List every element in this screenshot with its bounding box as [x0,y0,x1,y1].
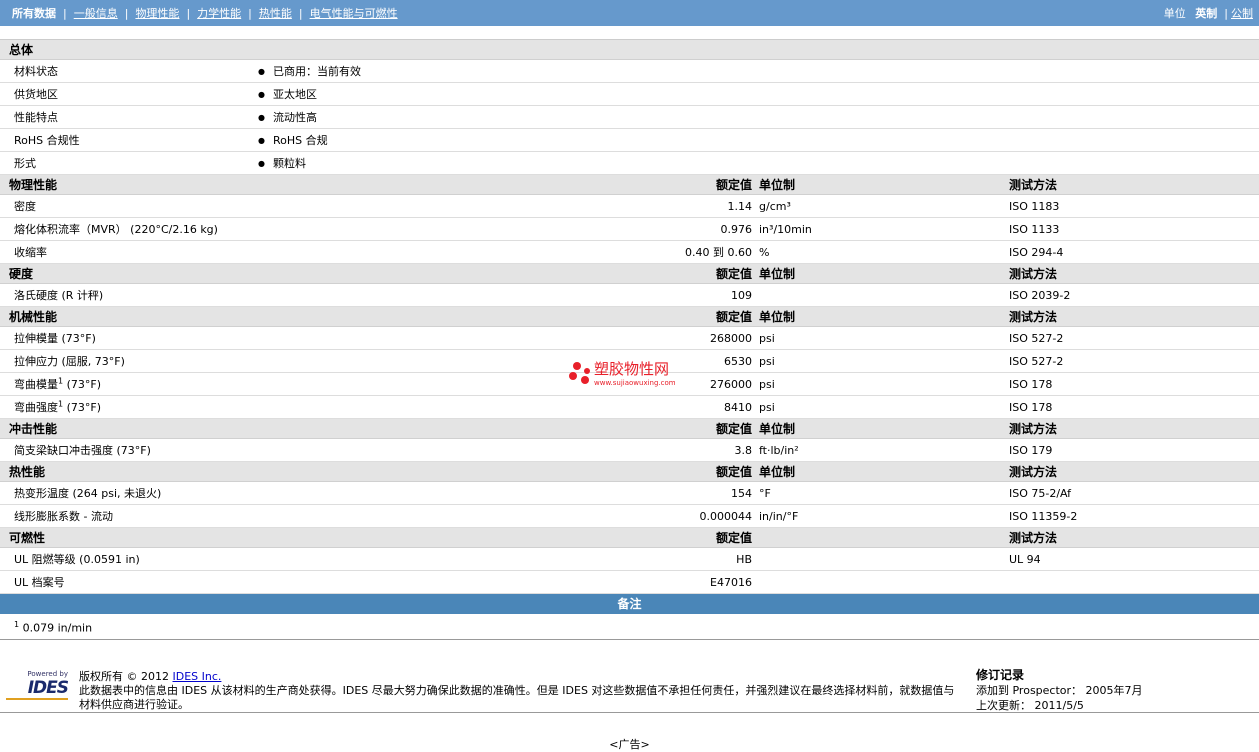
table-row: 线形膨胀系数 - 流动 0.000044 in/in/°F ISO 11359-2 [0,505,1259,528]
table-row: UL 阻燃等级 (0.0591 in) HB UL 94 [0,548,1259,571]
note-item: 1 0.079 in/min [0,614,1259,640]
ides-link[interactable]: IDES Inc. [173,670,222,683]
footer: Powered by IDES 版权所有 © 2012 IDES Inc. 此数… [0,660,1259,713]
copyright: 版权所有 © 2012 [79,670,169,683]
watermark-dots-icon [569,361,590,384]
table-row: 收缩率 0.40 到 0.60% ISO 294-4 [0,241,1259,264]
table-row: 弯曲强度1 (73°F) 8410 psi ISO 178 [0,396,1259,419]
section-header: 硬度 额定值 单位制 测试方法 [0,264,1259,284]
ad-placeholder[interactable]: <广告> [0,736,1259,752]
unit-label: 单位 [1163,7,1186,20]
disclaimer: 此数据表中的信息由 IDES 从该材料的生产商处获得。IDES 尽最大努力确保此… [79,684,955,711]
notes-header: 备注 [0,594,1259,614]
table-row: 简支梁缺口冲击强度 (73°F) 3.8 ft·lb/in² ISO 179 [0,439,1259,462]
section-header: 热性能 额定值 单位制 测试方法 [0,462,1259,482]
nav-separator: | [186,7,191,20]
added-date: 添加到 Prospector： 2005年7月 [976,684,1143,697]
table-row: 熔化体积流率（MVR） (220°C/2.16 kg) 0.976 in³/10mi… [0,218,1259,241]
nav-separator: | [63,7,67,20]
table-row: 性能特点流动性高 [0,106,1259,129]
nav-tab-5[interactable]: 电气性能与可燃性 [310,7,398,20]
nav-separator: | [124,7,129,20]
top-nav: 所有数据 | 一般信息 | 物理性能 | 力学性能 | 热性能 | 电气性能与可燃性 单位 英制 | 公… [0,0,1259,26]
table-row: UL 档案号 E47016 [0,571,1259,594]
nav-tab-0[interactable]: 所有数据 [12,7,56,20]
section-header: 机械性能 额定值 单位制 测试方法 [0,307,1259,327]
table-row: RoHS 合规性RoHS 合规 [0,129,1259,152]
nav-tab-3[interactable]: 力学性能 [197,7,241,20]
table-row: 热变形温度 (264 psi, 未退火) 154 °F ISO 75-2/Af [0,482,1259,505]
table-row: 材料状态已商用：当前有效 [0,60,1259,83]
nav-tab-1[interactable]: 一般信息 [74,7,118,20]
section-header: 物理性能 额定值 单位制 测试方法 [0,175,1259,195]
section-general: 总体 [0,40,1259,60]
table-row: 拉伸模量 (73°F) 268000 psi ISO 527-2 [0,327,1259,350]
revision-title: 修订记录 [976,668,1025,682]
spacer [0,26,1259,40]
table-row: 形式颗粒料 [0,152,1259,175]
unit-metric-link[interactable]: 公制 [1231,7,1253,20]
table-row: 供货地区亚太地区 [0,83,1259,106]
nav-tab-4[interactable]: 热性能 [259,7,292,20]
nav-tab-2[interactable]: 物理性能 [135,7,179,20]
watermark: 塑胶物性网 www.sujiaowuxing.com [568,358,676,387]
nav-separator: | [248,7,252,20]
table-row: 洛氏硬度 (R 计秤) 109 ISO 2039-2 [0,284,1259,307]
updated-date: 上次更新： 2011/5/5 [976,699,1084,712]
table-row: 密度 1.14 g/cm³ ISO 1183 [0,195,1259,218]
section-header: 可燃性 额定值 测试方法 [0,528,1259,548]
nav-separator: | [298,7,303,20]
ides-logo: Powered by IDES [6,670,69,700]
unit-switch: 单位 英制 | 公制 [1163,7,1253,20]
unit-imperial[interactable]: 英制 [1195,7,1217,20]
section-header: 冲击性能 额定值 单位制 测试方法 [0,419,1259,439]
